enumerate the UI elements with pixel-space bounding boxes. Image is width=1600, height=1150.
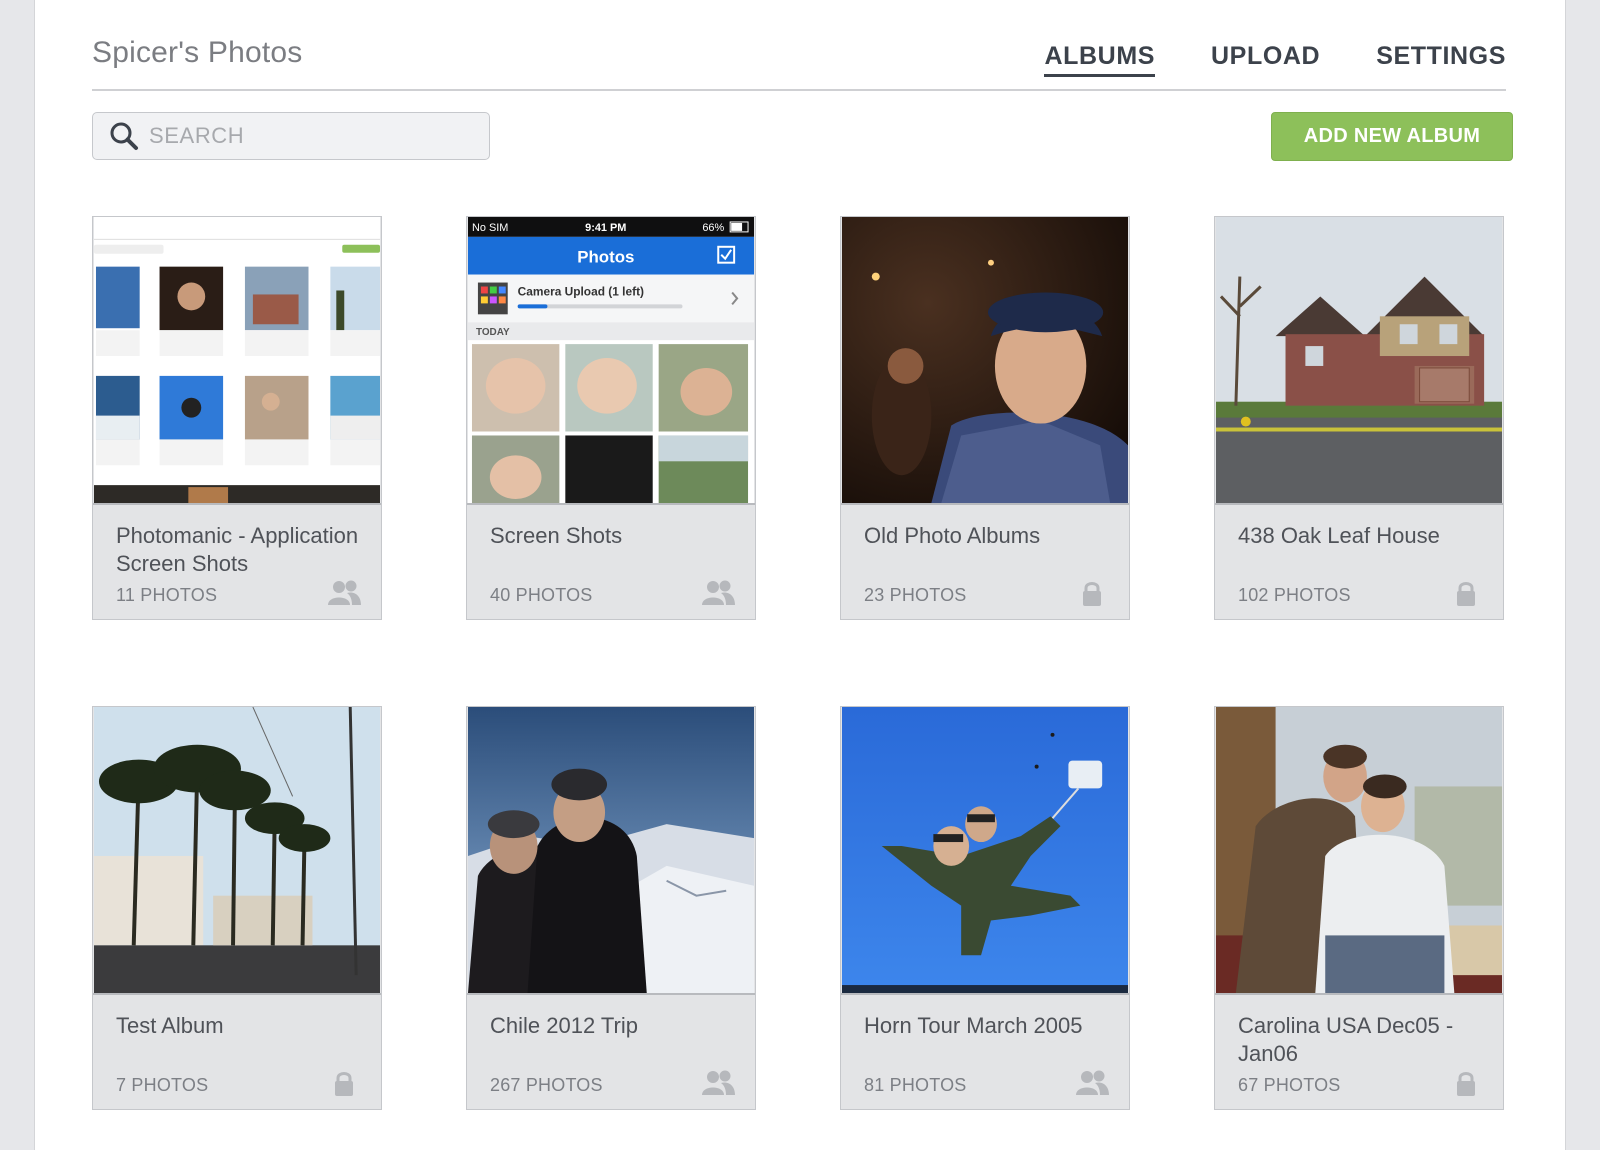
add-new-album-button[interactable]: ADD NEW ALBUM — [1271, 112, 1513, 161]
people-icon — [702, 1070, 735, 1095]
page-container: Spicer's Photos ALBUMS UPLOAD SETTINGS A… — [34, 0, 1566, 1150]
people-icon — [702, 580, 735, 605]
camera-upload-label: Camera Upload (1 left) — [518, 284, 644, 298]
album-photo-count: 11 PHOTOS — [116, 585, 218, 605]
skydiving-photo-thumbnail — [842, 707, 1128, 993]
nav-albums[interactable]: ALBUMS — [1044, 42, 1156, 77]
search-box[interactable] — [92, 112, 490, 160]
album-photo-count: 40 PHOTOS — [490, 585, 593, 605]
portrait-photo-thumbnail — [842, 217, 1128, 503]
album-grid: Photomanic - Application Screen Shots 11… — [92, 216, 1506, 1110]
lock-icon — [335, 1072, 353, 1096]
album-photo-count: 67 PHOTOS — [1238, 1075, 1341, 1095]
people-icon — [1076, 1070, 1109, 1095]
album-thumbnail[interactable] — [1215, 707, 1503, 995]
album-title: 438 Oak Leaf House — [1238, 523, 1440, 548]
lock-icon — [1457, 1072, 1475, 1096]
album-photo-count: 267 PHOTOS — [490, 1075, 603, 1095]
header: Spicer's Photos ALBUMS UPLOAD SETTINGS — [92, 0, 1506, 91]
album-title: Test Album — [116, 1013, 224, 1038]
album-photo-count: 102 PHOTOS — [1238, 585, 1351, 605]
album-thumbnail[interactable] — [841, 707, 1129, 995]
album-title: Chile 2012 Trip — [490, 1013, 638, 1038]
album-card[interactable]: Horn Tour March 2005 81 PHOTOS — [840, 706, 1130, 1110]
album-card[interactable]: 438 Oak Leaf House 102 PHOTOS — [1214, 216, 1504, 620]
lock-icon — [1083, 582, 1101, 606]
search-icon — [110, 122, 138, 150]
album-card[interactable]: Old Photo Albums 23 PHOTOS — [840, 216, 1130, 620]
nav-settings[interactable]: SETTINGS — [1376, 42, 1506, 77]
album-thumbnail[interactable] — [841, 217, 1129, 505]
album-card[interactable]: Photomanic - Application Screen Shots 11… — [92, 216, 382, 620]
status-time: 9:41 PM — [585, 222, 626, 234]
main-nav: ALBUMS UPLOAD SETTINGS — [1044, 42, 1506, 77]
album-title: Screen Shots — [490, 523, 623, 548]
people-icon — [328, 580, 361, 605]
album-title: Old Photo Albums — [864, 523, 1041, 548]
phone-app-title: Photos — [577, 248, 634, 267]
palm-trees-photo-thumbnail — [94, 707, 380, 993]
lock-icon — [1457, 582, 1475, 606]
album-card[interactable]: Carolina USA Dec05 - Jan06 67 PHOTOS — [1214, 706, 1504, 1110]
album-photo-count: 7 PHOTOS — [116, 1075, 209, 1095]
album-thumbnail[interactable] — [93, 707, 381, 995]
album-thumbnail[interactable]: No SIM 9:41 PM 66% Photos Camera Upload … — [467, 217, 755, 505]
album-photo-count: 81 PHOTOS — [864, 1075, 967, 1095]
album-title: Carolina USA Dec05 - Jan06 — [1238, 1013, 1454, 1066]
album-title: Horn Tour March 2005 — [864, 1013, 1083, 1038]
album-photo-count: 23 PHOTOS — [864, 585, 967, 605]
album-thumbnail[interactable] — [467, 707, 755, 995]
album-card[interactable]: Test Album 7 PHOTOS — [92, 706, 382, 1110]
today-section-label: TODAY — [476, 327, 510, 338]
site-title: Spicer's Photos — [92, 36, 303, 69]
app-screenshot-thumbnail — [94, 217, 380, 503]
album-card[interactable]: Chile 2012 Trip 267 PHOTOS — [466, 706, 756, 1110]
house-photo-thumbnail — [1216, 217, 1502, 503]
nav-upload[interactable]: UPLOAD — [1211, 42, 1320, 77]
friends-photo-thumbnail — [1216, 707, 1502, 993]
album-thumbnail[interactable] — [1215, 217, 1503, 505]
album-card[interactable]: No SIM 9:41 PM 66% Photos Camera Upload … — [466, 216, 756, 620]
album-thumbnail[interactable] — [93, 217, 381, 505]
album-title: Photomanic - Application Screen Shots — [116, 523, 359, 576]
search-input[interactable] — [149, 123, 469, 149]
status-battery: 66% — [702, 222, 724, 234]
snow-mountain-photo-thumbnail — [468, 707, 754, 993]
phone-screenshot-thumbnail: No SIM 9:41 PM 66% Photos Camera Upload … — [468, 217, 754, 503]
status-carrier: No SIM — [472, 222, 508, 234]
